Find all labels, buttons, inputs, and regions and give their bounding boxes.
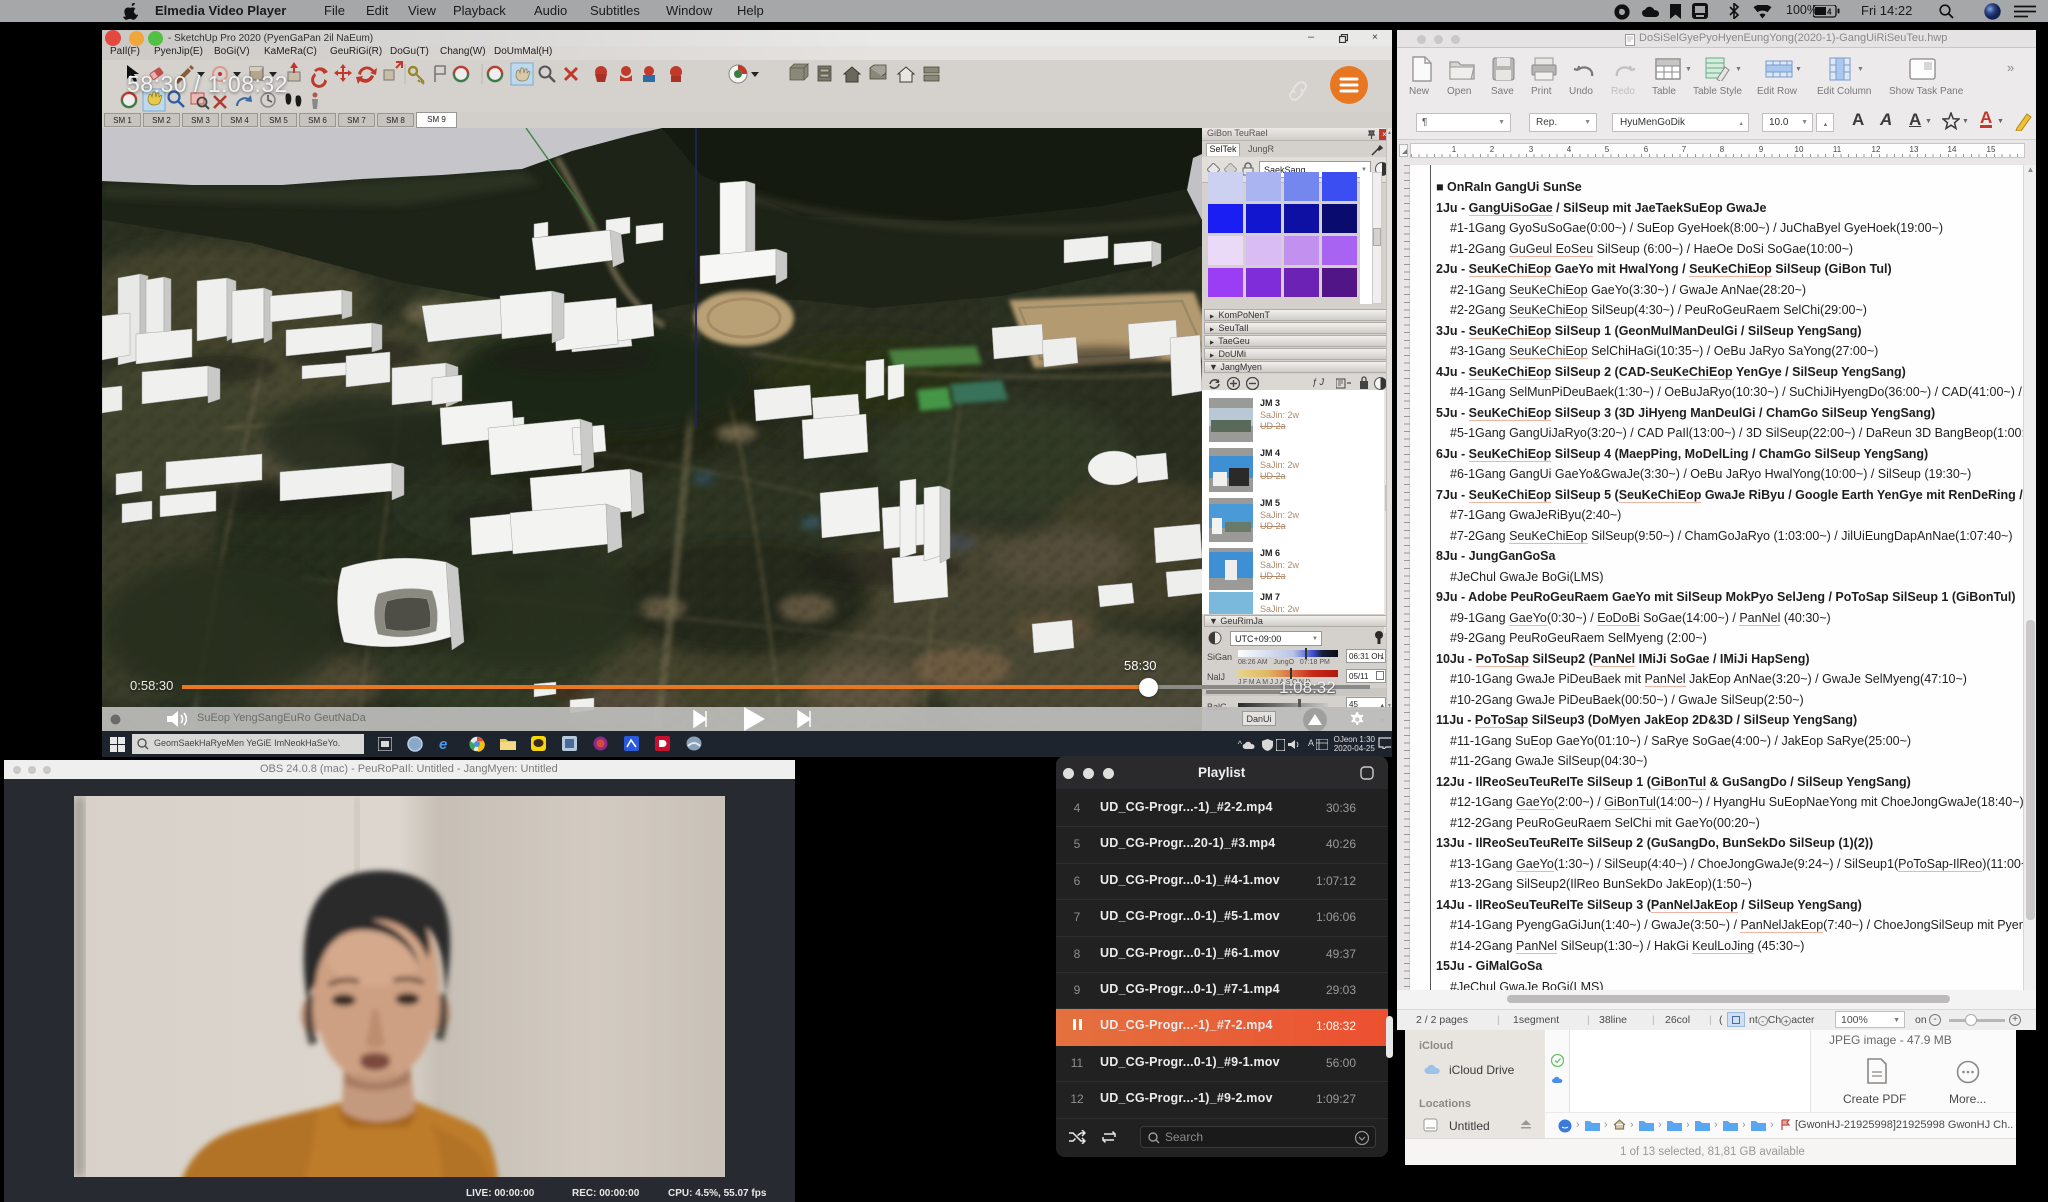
svg-text:e: e bbox=[439, 736, 447, 752]
svg-text:4: 4 bbox=[1827, 8, 1832, 17]
